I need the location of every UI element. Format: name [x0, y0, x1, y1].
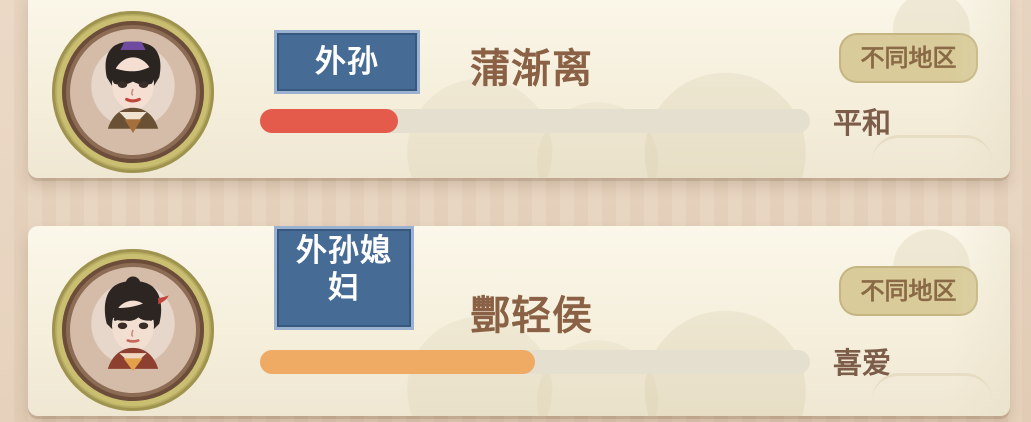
character-name: 蒲渐离 — [470, 46, 593, 92]
relative-card[interactable]: 外孙媳妇 酆轻侯 不同地区 喜爱 — [28, 226, 1010, 416]
region-badge: 不同地区 — [839, 266, 978, 316]
avatar — [52, 11, 214, 173]
character-name: 酆轻侯 — [470, 293, 593, 339]
affinity-bar-track — [260, 109, 810, 133]
relation-tag: 外孙媳妇 — [274, 226, 414, 330]
relation-tag-line-1: 外孙媳 — [296, 233, 392, 269]
portrait — [70, 267, 196, 393]
cloud-decoration — [872, 373, 992, 400]
attitude-label: 平和 — [833, 106, 892, 140]
affinity-bar-track — [260, 350, 810, 374]
affinity-bar-fill — [260, 350, 535, 374]
affinity-bar-fill — [260, 109, 398, 133]
portrait-female-icon — [104, 276, 169, 371]
region-badge: 不同地区 — [839, 33, 978, 83]
portrait-male-icon — [105, 41, 161, 133]
relative-card[interactable]: 外孙 蒲渐离 不同地区 平和 — [28, 0, 1010, 178]
cloud-decoration — [872, 135, 992, 162]
attitude-label: 喜爱 — [833, 346, 892, 380]
relation-tag-line-2: 妇 — [328, 269, 360, 306]
portrait — [70, 29, 196, 155]
avatar — [52, 249, 214, 411]
relation-tag: 外孙 — [274, 30, 420, 94]
